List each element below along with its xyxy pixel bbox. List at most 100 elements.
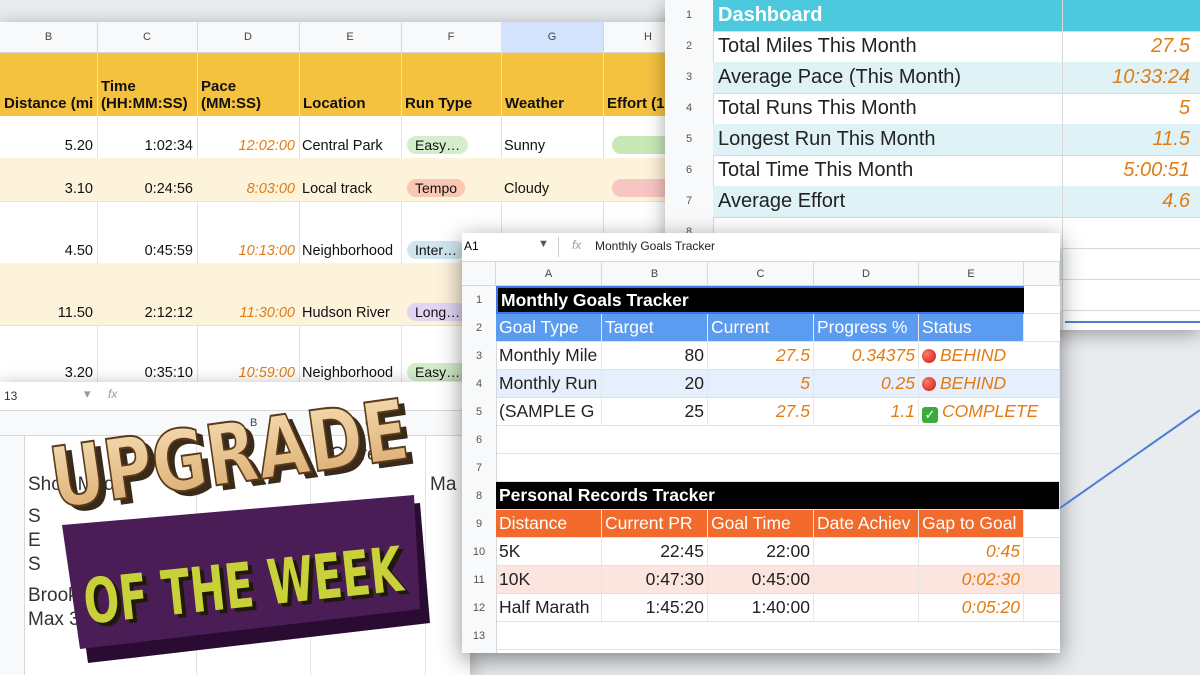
col-header-e[interactable]: E bbox=[919, 262, 1024, 286]
cell-goal-time[interactable]: 1:40:00 bbox=[708, 594, 814, 621]
cell-location[interactable]: Neighborhood bbox=[302, 243, 400, 259]
col-header-c[interactable]: C bbox=[97, 22, 198, 52]
header-gap-to-goal[interactable]: Gap to Goal bbox=[919, 510, 1024, 537]
cell-time[interactable]: 0:45:59 bbox=[97, 243, 193, 259]
cell-target[interactable]: 80 bbox=[602, 342, 708, 369]
cell-status[interactable]: BEHIND bbox=[919, 370, 1060, 397]
records-title[interactable]: Personal Records Tracker bbox=[496, 482, 1060, 509]
cell-location[interactable]: Neighborhood bbox=[302, 365, 400, 381]
cell-goal-type[interactable]: Monthly Mile bbox=[496, 342, 602, 369]
cell-current[interactable]: 27.5 bbox=[708, 398, 814, 425]
cell-progress[interactable]: 0.34375 bbox=[814, 342, 919, 369]
cell-pace[interactable]: 12:02:00 bbox=[197, 138, 295, 154]
cell-pace[interactable]: 10:13:00 bbox=[197, 243, 295, 259]
header-target[interactable]: Target bbox=[602, 314, 708, 341]
row-number[interactable]: 8 bbox=[462, 482, 497, 510]
cell-weather[interactable]: Cloudy bbox=[504, 181, 602, 197]
cell-goal-type[interactable]: (SAMPLE G bbox=[496, 398, 602, 425]
cell-current[interactable]: 27.5 bbox=[708, 342, 814, 369]
header-goal-type[interactable]: Goal Type bbox=[496, 314, 602, 341]
col-header-b[interactable]: B bbox=[0, 22, 98, 52]
header-location[interactable]: Location bbox=[299, 53, 401, 116]
row-number[interactable]: 13 bbox=[462, 622, 497, 650]
row-number[interactable]: 5 bbox=[462, 398, 497, 426]
cell-location[interactable]: Hudson River bbox=[302, 305, 400, 321]
header-distance[interactable]: Distance bbox=[496, 510, 602, 537]
cell-goal-time[interactable]: 22:00 bbox=[708, 538, 814, 565]
cell-current-pr[interactable]: 22:45 bbox=[602, 538, 708, 565]
cell-goal-type[interactable]: Monthly Run bbox=[496, 370, 602, 397]
header-run-type[interactable]: Run Type bbox=[401, 53, 501, 116]
cell-goal-time[interactable]: 0:45:00 bbox=[708, 566, 814, 593]
col-header-g[interactable]: G bbox=[501, 22, 604, 52]
row-number[interactable]: 11 bbox=[462, 566, 497, 594]
cell-gap[interactable]: 0:05:20 bbox=[919, 594, 1024, 621]
col-header-e[interactable]: E bbox=[299, 22, 402, 52]
row-number[interactable]: 12 bbox=[462, 594, 497, 622]
cell-gap[interactable]: 0:02:30 bbox=[919, 566, 1024, 593]
row-number[interactable]: 14 bbox=[462, 650, 497, 653]
cell-distance[interactable]: 11.50 bbox=[0, 305, 93, 321]
header-status[interactable]: Status bbox=[919, 314, 1024, 341]
cell-time[interactable]: 1:02:34 bbox=[97, 138, 193, 154]
cell-current-pr[interactable]: 1:45:20 bbox=[602, 594, 708, 621]
cell-time[interactable]: 0:35:10 bbox=[97, 365, 193, 381]
cell-location[interactable]: Local track bbox=[302, 181, 400, 197]
cell-location[interactable]: Central Park bbox=[302, 138, 400, 154]
col-header-a[interactable]: A bbox=[496, 262, 602, 286]
cell-pace[interactable]: 10:59:00 bbox=[197, 365, 295, 381]
cell-distance[interactable]: 3.20 bbox=[0, 365, 93, 381]
cell-time[interactable]: 0:24:56 bbox=[97, 181, 193, 197]
cell-status[interactable]: ✓ COMPLETE bbox=[919, 398, 1060, 425]
name-box[interactable]: A1 bbox=[464, 239, 479, 253]
cell-distance[interactable]: 10K bbox=[496, 566, 602, 593]
cell-status[interactable]: BEHIND bbox=[919, 342, 1060, 369]
cell-distance[interactable]: Half Marath bbox=[496, 594, 602, 621]
row-number[interactable]: 9 bbox=[462, 510, 497, 538]
cell-progress[interactable]: 0.25 bbox=[814, 370, 919, 397]
cell-distance[interactable]: 5K bbox=[496, 538, 602, 565]
col-header-f[interactable] bbox=[1024, 262, 1060, 286]
header-time[interactable]: Time (HH:MM:SS) bbox=[97, 53, 197, 116]
header-goal-time[interactable]: Goal Time bbox=[708, 510, 814, 537]
cell-distance[interactable]: 5.20 bbox=[0, 138, 93, 154]
cell-date[interactable] bbox=[814, 594, 919, 621]
cell-pace[interactable]: 11:30:00 bbox=[197, 305, 295, 321]
select-all-corner[interactable] bbox=[462, 262, 496, 286]
col-header-c[interactable]: C bbox=[708, 262, 814, 286]
cell-distance[interactable]: 3.10 bbox=[0, 181, 93, 197]
col-header-f[interactable]: F bbox=[401, 22, 502, 52]
header-progress[interactable]: Progress % bbox=[814, 314, 919, 341]
cell-current-pr[interactable]: 0:47:30 bbox=[602, 566, 708, 593]
row-number[interactable]: 2 bbox=[462, 314, 497, 342]
cell-pace[interactable]: 8:03:00 bbox=[197, 181, 295, 197]
cell-date[interactable] bbox=[814, 566, 919, 593]
row-number[interactable]: 6 bbox=[462, 426, 497, 454]
cell-distance[interactable]: 4.50 bbox=[0, 243, 93, 259]
col-header-b[interactable]: B bbox=[602, 262, 708, 286]
row-number[interactable]: 10 bbox=[462, 538, 497, 566]
cell-weather[interactable]: Sunny bbox=[504, 138, 602, 154]
cell-gap[interactable]: 0:45 bbox=[919, 538, 1024, 565]
cell-date[interactable] bbox=[814, 538, 919, 565]
run-type-chip-cell[interactable]: Easy… bbox=[407, 136, 499, 154]
cell-target[interactable]: 25 bbox=[602, 398, 708, 425]
cell-progress[interactable]: 1.1 bbox=[814, 398, 919, 425]
row-number[interactable]: 7 bbox=[462, 454, 497, 482]
header-distance[interactable]: Distance (mi bbox=[0, 53, 97, 116]
col-header-d[interactable]: D bbox=[197, 22, 300, 52]
goals-title[interactable]: Monthly Goals Tracker bbox=[496, 286, 1024, 314]
name-box[interactable]: 13 bbox=[4, 389, 17, 403]
header-weather[interactable]: Weather bbox=[501, 53, 603, 116]
cell-current[interactable]: 5 bbox=[708, 370, 814, 397]
chevron-down-icon[interactable]: ▼ bbox=[538, 238, 549, 250]
col-header-d[interactable]: D bbox=[814, 262, 919, 286]
row-number[interactable]: 3 bbox=[462, 342, 497, 370]
formula-input[interactable]: Monthly Goals Tracker bbox=[595, 239, 715, 253]
header-pace[interactable]: Pace (MM:SS) bbox=[197, 53, 299, 116]
header-current[interactable]: Current bbox=[708, 314, 814, 341]
run-type-chip-cell[interactable]: Tempo bbox=[407, 179, 499, 197]
header-current-pr[interactable]: Current PR bbox=[602, 510, 708, 537]
cell-target[interactable]: 20 bbox=[602, 370, 708, 397]
cell-time[interactable]: 2:12:12 bbox=[97, 305, 193, 321]
